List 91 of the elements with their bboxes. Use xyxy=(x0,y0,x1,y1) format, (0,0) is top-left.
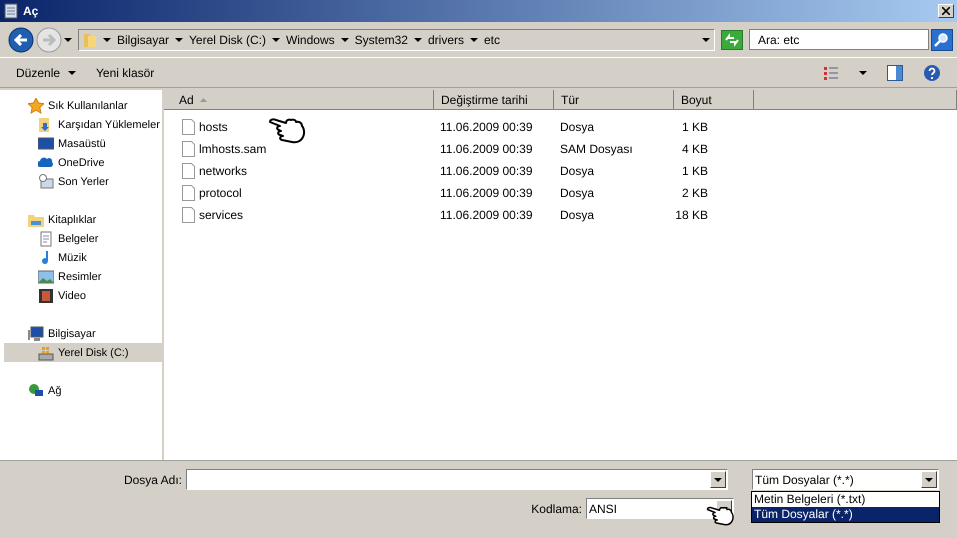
sidebar-item[interactable]: Karşıdan Yüklemeler xyxy=(4,115,162,134)
file-icon xyxy=(182,119,195,135)
date-cell-text: 11.06.2009 00:39 xyxy=(439,208,534,222)
search-field[interactable]: Ara: etc xyxy=(749,29,929,50)
date-cell-text: 11.06.2009 00:39 xyxy=(439,186,534,200)
file-name[interactable]: lmhosts.sam xyxy=(199,142,266,156)
caret-icon xyxy=(272,38,280,42)
sidebar-item[interactable]: Ağ xyxy=(4,381,162,400)
sidebar-item[interactable]: Masaüstü xyxy=(4,134,162,153)
sidebar-item[interactable]: Sık Kullanılanlar xyxy=(4,96,162,115)
sidebar-item[interactable]: OneDrive xyxy=(4,153,162,172)
address-bar[interactable]: Bilgisayar Yerel Disk (C:) Windows System32 drivers etc xyxy=(78,28,715,50)
column-header[interactable]: Tür xyxy=(554,90,674,109)
type-cell-text: Dosya xyxy=(559,164,596,178)
dropdown-caret-icon xyxy=(702,38,710,42)
toolbar-button[interactable]: Düzenle xyxy=(16,66,76,80)
folder-icon xyxy=(83,32,97,48)
breadcrumb-item[interactable]: drivers xyxy=(414,32,464,46)
breadcrumb-item[interactable]: Yerel Disk (C:) xyxy=(175,32,266,46)
preview-pane-icon[interactable] xyxy=(887,64,903,80)
file-name[interactable]: hosts xyxy=(199,120,228,134)
caret-icon xyxy=(68,70,76,74)
type-cell-text: SAM Dosyası xyxy=(559,142,634,156)
document-icon xyxy=(38,230,54,246)
star-icon xyxy=(28,98,44,114)
caret-icon xyxy=(925,478,933,482)
type-cell-text: Dosya xyxy=(559,186,596,200)
computer-icon xyxy=(28,326,44,342)
size-cell-text: 1 KB xyxy=(680,120,709,134)
date-cell-text: 11.06.2009 00:39 xyxy=(439,120,534,134)
dropdown-option[interactable]: Tüm Dosyalar (*.*) xyxy=(752,507,939,522)
breadcrumb-item[interactable]: Windows xyxy=(272,32,335,46)
type-cell-text: Dosya xyxy=(559,120,596,134)
sidebar-item[interactable]: Bilgisayar xyxy=(4,324,162,343)
caret-icon xyxy=(340,38,349,42)
dropdown-button[interactable] xyxy=(921,471,937,488)
file-name[interactable]: services xyxy=(199,208,244,222)
view-options-icon[interactable] xyxy=(823,66,839,80)
file-icon xyxy=(182,185,195,201)
date-cell-text: 11.06.2009 00:39 xyxy=(439,164,534,178)
file-icon xyxy=(182,141,195,157)
type-cell-text: Dosya xyxy=(559,208,596,222)
refresh-button[interactable] xyxy=(721,30,743,50)
file-name[interactable]: networks xyxy=(199,164,248,178)
view-caret-icon xyxy=(859,70,867,74)
toolbar-button[interactable]: Yeni klasör xyxy=(96,66,154,80)
caret-icon xyxy=(175,38,184,42)
size-cell-text: 4 KB xyxy=(680,142,709,156)
sidebar-item[interactable]: Belgeler xyxy=(4,229,162,248)
breadcrumb-item[interactable]: etc xyxy=(470,32,500,46)
column-header[interactable]: Ad xyxy=(172,90,434,109)
field-label: Dosya Adı: xyxy=(124,472,182,486)
notepad-icon xyxy=(3,3,19,19)
dropdown-button[interactable] xyxy=(710,471,726,488)
breadcrumb-item[interactable]: Bilgisayar xyxy=(103,32,170,46)
search-button[interactable] xyxy=(931,28,953,50)
breadcrumb-item[interactable]: System32 xyxy=(340,32,408,46)
caret-icon xyxy=(414,38,422,42)
drive-icon xyxy=(38,344,54,360)
date-cell-text: 11.06.2009 00:39 xyxy=(439,142,534,156)
size-cell-text: 18 KB xyxy=(674,208,709,222)
field-label: Kodlama: xyxy=(531,502,582,516)
caret-icon xyxy=(103,38,111,42)
sort-arrow-icon xyxy=(200,98,207,102)
picture-icon xyxy=(38,268,54,284)
sidebar-item[interactable]: Video xyxy=(4,286,162,305)
desktop-icon xyxy=(38,136,54,152)
sidebar-item[interactable]: Resimler xyxy=(4,267,162,286)
filename-combo[interactable] xyxy=(186,469,728,490)
close-icon xyxy=(942,7,950,15)
file-name[interactable]: protocol xyxy=(199,186,242,200)
column-header[interactable]: Değiştirme tarihi xyxy=(434,90,554,109)
window-title: Aç xyxy=(23,4,40,18)
sidebar-item[interactable]: Son Yerler xyxy=(4,172,162,191)
sidebar-item[interactable]: Yerel Disk (C:) xyxy=(4,343,162,362)
size-cell-text: 1 KB xyxy=(680,164,709,178)
sidebar-item[interactable]: Müzik xyxy=(4,248,162,267)
caret-icon xyxy=(714,478,722,482)
caret-icon xyxy=(470,38,478,42)
history-caret-icon xyxy=(64,38,72,42)
sidebar-item[interactable]: Kitaplıklar xyxy=(4,210,162,229)
close-button[interactable] xyxy=(938,4,954,18)
column-header[interactable]: Boyut xyxy=(674,90,754,109)
network-icon xyxy=(28,382,44,398)
help-icon[interactable] xyxy=(923,64,941,82)
film-icon xyxy=(38,288,54,304)
file-type-combo[interactable]: Tüm Dosyalar (*.*) xyxy=(752,469,939,490)
file-icon xyxy=(182,207,195,223)
file-icon xyxy=(182,163,195,179)
back-button[interactable] xyxy=(8,26,34,52)
size-cell-text: 2 KB xyxy=(680,186,709,200)
